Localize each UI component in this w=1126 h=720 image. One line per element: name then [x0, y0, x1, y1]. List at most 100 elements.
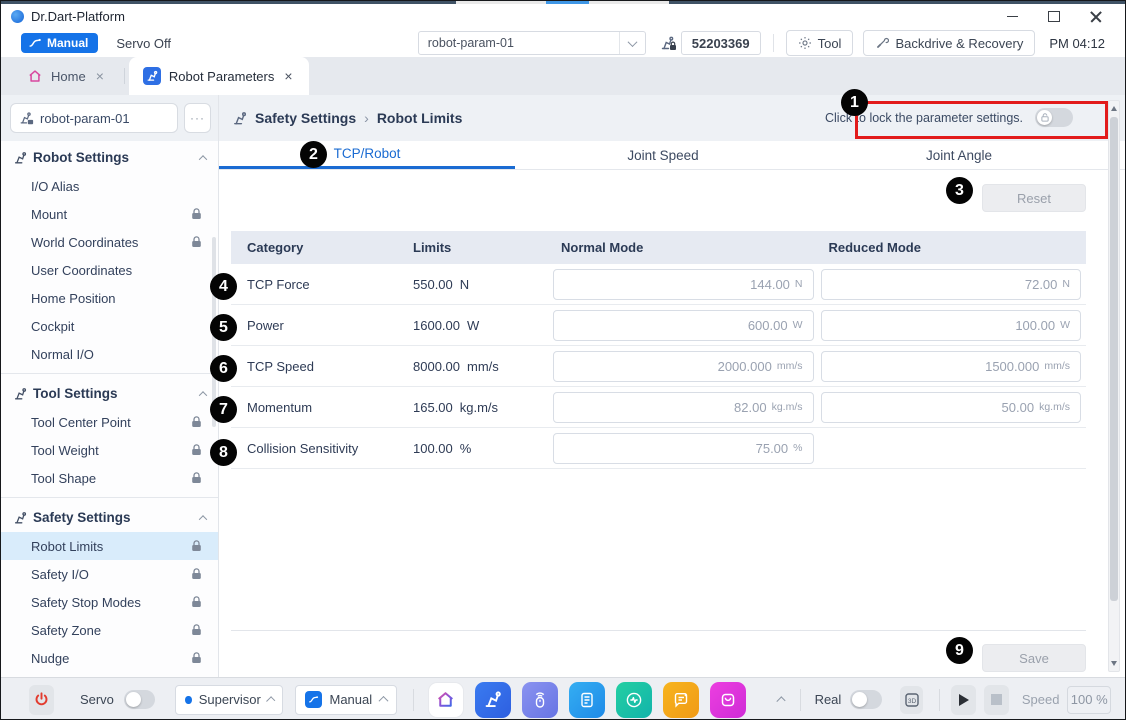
sidebar-item-tool-weight[interactable]: Tool Weight — [1, 436, 218, 464]
reset-button[interactable]: Reset — [982, 184, 1086, 212]
annotation-1: 1 — [841, 89, 868, 116]
home-icon — [435, 689, 456, 710]
tab-close-icon[interactable]: × — [282, 67, 294, 85]
limits-table: Category Limits Normal Mode Reduced Mode… — [231, 231, 1086, 469]
sidebar-section-tool-settings[interactable]: Tool Settings — [1, 377, 218, 408]
sidebar-item-tool-center-point[interactable]: Tool Center Point — [1, 408, 218, 436]
sidebar-item-safety-io[interactable]: Safety I/O — [1, 560, 218, 588]
scroll-up-icon[interactable] — [1111, 106, 1117, 111]
power-button[interactable] — [29, 685, 54, 715]
stop-button[interactable] — [984, 685, 1009, 715]
row-limit-unit: mm/s — [467, 359, 499, 374]
mode-label: Manual — [47, 36, 88, 50]
more-options-button[interactable]: ··· — [184, 103, 211, 133]
header-category: Category — [231, 240, 396, 255]
title-bar: Dr.Dart-Platform — [1, 4, 1125, 29]
reduced-mode-input[interactable]: 100.00W — [821, 310, 1082, 341]
item-label: Normal I/O — [31, 347, 94, 362]
servo-status: Servo Off — [116, 36, 171, 51]
table-header-row: Category Limits Normal Mode Reduced Mode — [231, 231, 1086, 264]
maximize-button[interactable] — [1047, 10, 1061, 24]
sidebar-item-home-position[interactable]: Home Position — [1, 284, 218, 312]
sidebar-item-nudge[interactable]: Nudge — [1, 644, 218, 672]
bottom-status-bar: Servo Supervisor Manual — [1, 677, 1125, 720]
tab-robot-parameters[interactable]: Robot Parameters × — [129, 57, 309, 95]
sidebar-item-normal-io[interactable]: Normal I/O — [1, 340, 218, 368]
normal-mode-input[interactable]: 600.00W — [553, 310, 814, 341]
item-label: Nudge — [31, 651, 69, 666]
parameter-select[interactable]: robot-param-01 — [418, 31, 646, 55]
minimize-button[interactable] — [1005, 10, 1019, 24]
normal-mode-input[interactable]: 144.00N — [553, 269, 814, 300]
mode-select[interactable]: Manual — [295, 685, 396, 715]
lock-icon — [191, 624, 202, 636]
backdrive-recovery-button[interactable]: Backdrive & Recovery — [863, 30, 1035, 56]
normal-mode-input[interactable]: 75.00% — [553, 433, 814, 464]
sidebar-item-cockpit[interactable]: Cockpit — [1, 312, 218, 340]
dock-collapse-icon[interactable] — [776, 696, 785, 705]
sidebar-item-safety-zone[interactable]: Safety Zone — [1, 616, 218, 644]
header-reduced-mode: Reduced Mode — [819, 240, 1087, 255]
app-monitoring[interactable] — [616, 682, 652, 718]
save-button[interactable]: Save — [982, 644, 1086, 672]
simulator-3d-icon: 3D — [903, 691, 921, 709]
sidebar-item-mount[interactable]: Mount — [1, 200, 218, 228]
app-store[interactable] — [710, 682, 746, 718]
item-label: Safety Stop Modes — [31, 595, 141, 610]
normal-mode-input[interactable]: 82.00kg.m/s — [553, 392, 814, 423]
tab-close-icon[interactable]: × — [94, 67, 106, 85]
item-label: I/O Alias — [31, 179, 79, 194]
tab-home[interactable]: Home × — [13, 57, 120, 95]
chat-bubble-icon — [671, 690, 691, 710]
tab-joint-speed[interactable]: Joint Speed — [515, 141, 811, 169]
app-log-message[interactable] — [663, 682, 699, 718]
sidebar-item-safety-stop-modes[interactable]: Safety Stop Modes — [1, 588, 218, 616]
real-mode-toggle[interactable] — [850, 690, 882, 709]
item-label: Safety Zone — [31, 623, 101, 638]
item-label: User Coordinates — [31, 263, 132, 278]
reduced-mode-input[interactable]: 72.00N — [821, 269, 1082, 300]
reduced-mode-input[interactable]: 1500.000mm/s — [821, 351, 1082, 382]
app-robot-parameters[interactable] — [475, 682, 511, 718]
tab-tcp-robot[interactable]: TCP/Robot — [219, 141, 515, 169]
normal-mode-input[interactable]: 2000.000mm/s — [553, 351, 814, 382]
sidebar-item-world-coordinates[interactable]: World Coordinates — [1, 228, 218, 256]
sidebar-parameter-name[interactable]: robot-param-01 — [10, 103, 178, 133]
row-limit: 1600.00 — [413, 318, 460, 333]
row-limit: 8000.00 — [413, 359, 460, 374]
row-limit-unit: % — [460, 441, 472, 456]
sidebar-item-tool-shape[interactable]: Tool Shape — [1, 464, 218, 492]
app-jog-controller[interactable] — [522, 682, 558, 718]
simulator-3d-button[interactable]: 3D — [900, 686, 923, 714]
tool-button[interactable]: Tool — [786, 30, 854, 56]
waveform-icon — [624, 690, 644, 710]
breadcrumb-parent[interactable]: Safety Settings — [255, 110, 356, 126]
robot-arm-icon — [13, 387, 27, 401]
sidebar-section-safety-settings[interactable]: Safety Settings — [1, 501, 218, 532]
jog-remote-icon — [530, 690, 550, 710]
role-select[interactable]: Supervisor — [175, 685, 283, 715]
mode-indicator-button[interactable]: Manual — [21, 33, 98, 53]
sidebar-item-io-alias[interactable]: I/O Alias — [1, 172, 218, 200]
sidebar-item-user-coordinates[interactable]: User Coordinates — [1, 256, 218, 284]
workspace-tab-bar: Home × Robot Parameters × — [1, 57, 1125, 95]
tab-joint-angle[interactable]: Joint Angle — [811, 141, 1107, 169]
play-button[interactable] — [951, 685, 976, 715]
table-row-tcp-speed: TCP Speed 8000.00mm/s 2000.000mm/s 1500.… — [231, 346, 1086, 387]
item-label: Mount — [31, 207, 67, 222]
close-button[interactable] — [1089, 10, 1103, 24]
reduced-mode-input[interactable]: 50.00kg.m/s — [821, 392, 1082, 423]
lock-icon — [191, 208, 202, 220]
app-home[interactable] — [428, 682, 464, 718]
app-task-writer[interactable] — [569, 682, 605, 718]
sidebar-section-robot-settings[interactable]: Robot Settings — [1, 141, 218, 172]
breadcrumb-current: Robot Limits — [377, 110, 463, 126]
speed-value[interactable]: 100 % — [1067, 686, 1111, 714]
lock-icon — [191, 236, 202, 248]
section-title: Robot Settings — [33, 150, 129, 165]
scrollbar-thumb[interactable] — [1110, 117, 1118, 601]
servo-toggle[interactable] — [124, 690, 156, 709]
scroll-down-icon[interactable] — [1111, 661, 1117, 666]
sidebar-item-robot-limits[interactable]: Robot Limits — [1, 532, 218, 560]
vertical-scrollbar[interactable] — [1108, 100, 1120, 672]
